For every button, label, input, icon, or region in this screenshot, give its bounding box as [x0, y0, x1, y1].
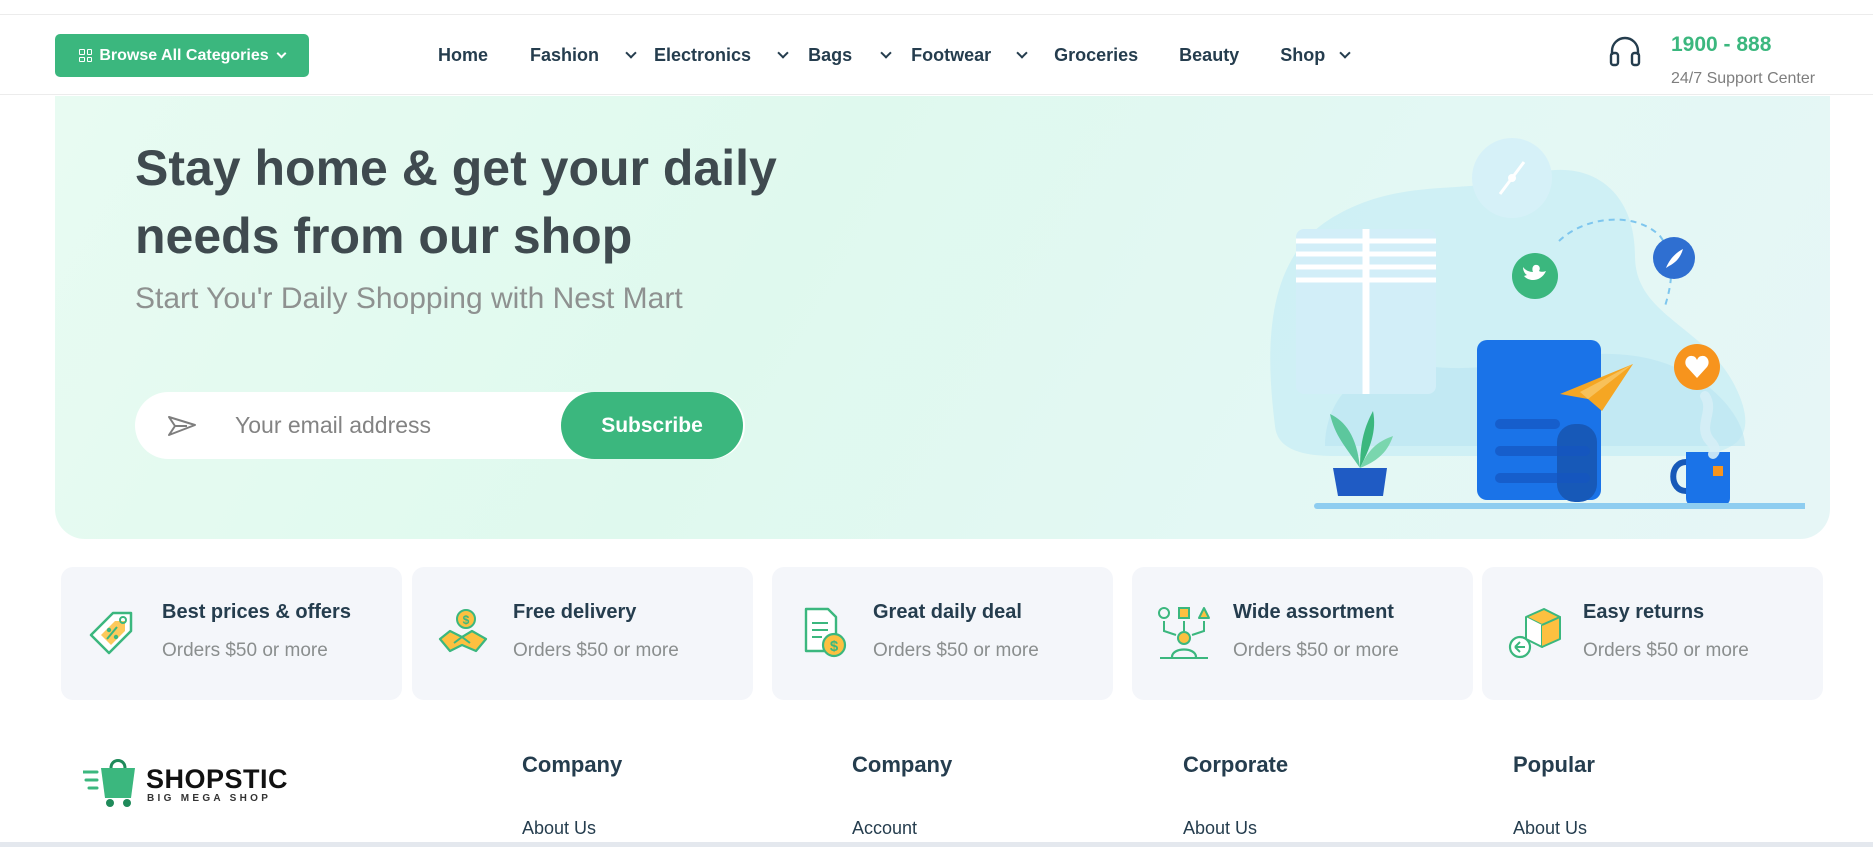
nav-label: Bags — [808, 44, 853, 65]
svg-text:$: $ — [463, 613, 470, 627]
feature-subtitle: Orders $50 or more — [162, 640, 328, 661]
newsletter-form: Subscribe — [135, 392, 745, 459]
chevron-down-icon — [777, 46, 789, 59]
feature-card: Best prices & offers Orders $50 or more — [61, 567, 402, 700]
delivery-handshake-icon: $ — [438, 609, 488, 653]
nav-item-home[interactable]: Home — [438, 15, 488, 95]
deal-document-icon: $ — [804, 607, 847, 658]
feature-title: Wide assortment — [1233, 601, 1394, 623]
nav-item-beauty[interactable]: Beauty — [1179, 15, 1239, 95]
chevron-down-icon — [1339, 46, 1351, 59]
footer-link[interactable]: About Us — [1513, 818, 1587, 839]
shopping-bag-icon — [83, 759, 135, 807]
logo-tagline: BIG MEGA SHOP — [147, 793, 272, 804]
feature-card: $ Great daily deal Orders $50 or more — [772, 567, 1113, 700]
hero-subtitle: Start You'r Daily Shopping with Nest Mar… — [135, 282, 683, 315]
hero-title: Stay home & get your daily needs from ou… — [135, 140, 777, 264]
feature-title: Great daily deal — [873, 601, 1022, 623]
feature-subtitle: Orders $50 or more — [873, 640, 1039, 661]
price-tag-icon — [89, 611, 133, 655]
support-number: 1900 - 888 — [1671, 33, 1772, 56]
footer-link[interactable]: About Us — [522, 818, 596, 839]
feature-title: Best prices & offers — [162, 601, 351, 623]
return-box-icon — [1508, 608, 1561, 659]
paper-plane-icon — [168, 416, 196, 436]
feature-subtitle: Orders $50 or more — [513, 640, 679, 661]
nav-label: Electronics — [654, 44, 752, 65]
feature-title: Easy returns — [1583, 601, 1705, 623]
subscribe-button[interactable]: Subscribe — [561, 392, 743, 459]
nav-label: Groceries — [1054, 44, 1139, 65]
browse-categories-button[interactable]: Browse All Categories — [55, 34, 309, 77]
footer-link[interactable]: About Us — [1183, 818, 1257, 839]
logo-name: SHOPSTIC — [146, 764, 289, 794]
chevron-down-icon — [276, 48, 287, 59]
nav-item-electronics[interactable]: Electronics — [654, 15, 789, 95]
nav-label: Fashion — [530, 44, 600, 65]
feature-subtitle: Orders $50 or more — [1233, 640, 1399, 661]
email-input[interactable] — [235, 392, 565, 459]
nav-label: Footwear — [911, 44, 992, 65]
nav-label: Shop — [1280, 44, 1326, 65]
features-row: Best prices & offers Orders $50 or more … — [61, 567, 1825, 700]
feature-title: Free delivery — [513, 601, 637, 623]
nav-item-bags[interactable]: Bags — [808, 15, 892, 95]
nav-item-fashion[interactable]: Fashion — [530, 15, 637, 95]
feature-card: Wide assortment Orders $50 or more — [1132, 567, 1473, 700]
browse-categories-label: Browse All Categories — [99, 46, 269, 64]
chevron-down-icon — [880, 46, 892, 59]
footer-column: Popular About Us — [1513, 752, 1595, 838]
footer-column-title: Popular — [1513, 752, 1595, 777]
footer-column: Company About Us — [522, 752, 623, 838]
nav-label: Beauty — [1179, 44, 1240, 65]
nav-item-shop[interactable]: Shop — [1280, 15, 1351, 95]
footer-logo[interactable]: SHOPSTIC BIG MEGA SHOP — [83, 758, 293, 808]
assortment-icon — [1158, 607, 1210, 659]
hero-banner: Stay home & get your daily needs from ou… — [55, 96, 1830, 539]
footer-column: Corporate About Us — [1183, 752, 1289, 838]
support-label: 24/7 Support Center — [1671, 70, 1816, 87]
footer-column-title: Company — [852, 752, 953, 777]
feature-card: $ Free delivery Orders $50 or more — [412, 567, 753, 700]
feature-card: Easy returns Orders $50 or more — [1482, 567, 1823, 700]
nav-label: Home — [438, 44, 489, 65]
bottom-divider — [0, 842, 1873, 847]
nav-item-groceries[interactable]: Groceries — [1054, 15, 1138, 95]
chevron-down-icon — [625, 46, 637, 59]
footer-column-title: Company — [522, 752, 623, 777]
hero-illustration — [1270, 138, 1805, 509]
footer-column-title: Corporate — [1183, 752, 1289, 777]
footer-link[interactable]: Account — [852, 818, 917, 839]
main-nav: Home Fashion Electronics Bags Footwear G… — [438, 15, 1351, 95]
main-header: Browse All Categories Home Fashion Elect… — [0, 15, 1873, 95]
headset-icon — [1609, 36, 1641, 67]
grid-icon — [79, 49, 93, 62]
nav-item-footwear[interactable]: Footwear — [911, 15, 1028, 95]
footer-column: Company Account — [852, 752, 953, 838]
feature-subtitle: Orders $50 or more — [1583, 640, 1749, 661]
svg-text:$: $ — [830, 638, 839, 655]
chevron-down-icon — [1016, 46, 1028, 59]
